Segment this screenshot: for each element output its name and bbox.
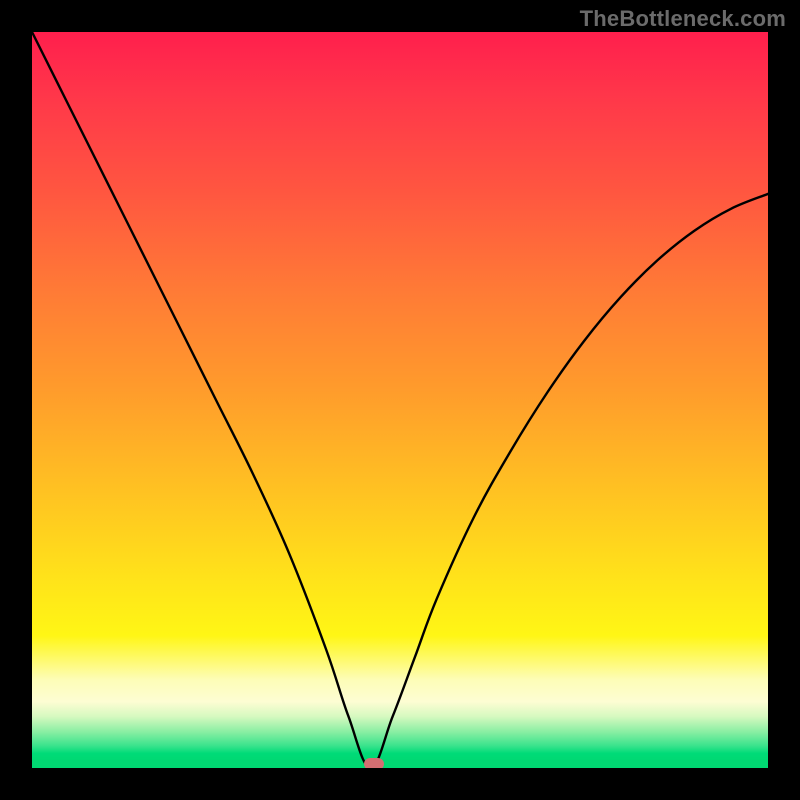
watermark-text: TheBottleneck.com [580, 6, 786, 32]
minimum-marker [364, 758, 384, 768]
chart-frame: TheBottleneck.com [0, 0, 800, 800]
plot-area [32, 32, 768, 768]
bottleneck-curve [32, 32, 768, 768]
